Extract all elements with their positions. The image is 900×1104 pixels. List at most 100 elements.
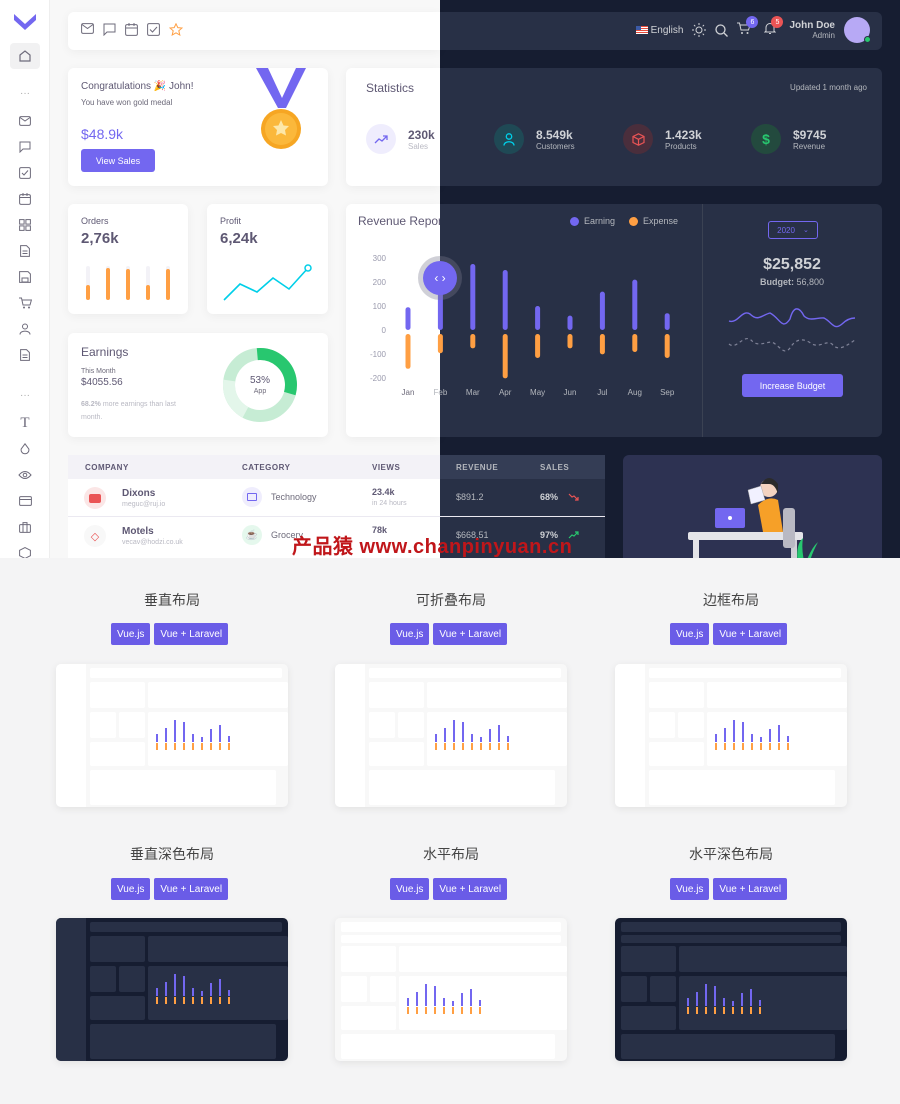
- sidebar: ··· ··· T: [0, 0, 50, 558]
- sidebar-item-user[interactable]: [10, 316, 40, 342]
- layout-preview-thumbnail[interactable]: [56, 918, 288, 1061]
- vue-laravel-button[interactable]: Vue + Laravel: [154, 878, 229, 900]
- vue-laravel-button[interactable]: Vue + Laravel: [433, 623, 508, 645]
- navbar-light: [68, 12, 440, 50]
- revenue-bar-chart: 300 200 100 0 -100 -200 Jan Feb Mar Apr May Jun Jul A…: [370, 254, 675, 397]
- layout-preview-thumbnail[interactable]: [335, 918, 567, 1061]
- sidebar-item-todo[interactable]: [10, 160, 40, 186]
- vuejs-button[interactable]: Vue.js: [111, 623, 151, 645]
- stat-item: 8.549k Customers: [494, 124, 575, 154]
- sidebar-item-email[interactable]: [10, 108, 40, 134]
- vue-laravel-button[interactable]: Vue + Laravel: [713, 623, 788, 645]
- sidebar-item-chat[interactable]: [10, 134, 40, 160]
- stat-value: 230k: [408, 127, 435, 142]
- chevron-down-icon: ⌄: [802, 227, 809, 234]
- user-role: Admin: [812, 31, 835, 40]
- statistics-card-dark: Updated 1 month ago 8.549k Customers 1.42…: [440, 68, 882, 186]
- earnings-amount: $4055.56: [81, 377, 123, 388]
- sidebar-item-typography[interactable]: T: [10, 410, 40, 436]
- budget-line-series: [728, 308, 856, 328]
- box-icon: [19, 547, 31, 558]
- check-square-icon[interactable]: [147, 23, 160, 36]
- view-sales-button[interactable]: View Sales: [81, 149, 155, 172]
- legend-expense-label: Expense: [643, 216, 679, 226]
- sidebar-item-calendar[interactable]: [10, 186, 40, 212]
- sidebar-item-home[interactable]: [10, 43, 40, 69]
- compare-slider-handle[interactable]: ‹ ›: [423, 261, 457, 295]
- orders-bar: [86, 284, 90, 300]
- expense-bar: [599, 334, 605, 355]
- expense-bar: [405, 334, 411, 369]
- orders-bar: [106, 267, 110, 300]
- x-tick-label: Jul: [597, 388, 607, 397]
- profit-line: [223, 267, 309, 301]
- language-dropdown[interactable]: English: [635, 25, 683, 36]
- y-tick-label: 0: [382, 326, 387, 335]
- orders-bar-track: [86, 266, 90, 300]
- chat-icon[interactable]: [103, 23, 116, 36]
- sidebar-item-cards[interactable]: [10, 488, 40, 514]
- column-header-views[interactable]: VIEWS: [372, 463, 400, 472]
- sidebar-item-apps[interactable]: [10, 212, 40, 238]
- vue-laravel-button[interactable]: Vue + Laravel: [433, 878, 508, 900]
- company-email: meguc@ruj.io: [122, 501, 166, 508]
- star-icon[interactable]: [169, 23, 183, 36]
- sidebar-item-feather[interactable]: [10, 462, 40, 488]
- sidebar-item-components[interactable]: [10, 514, 40, 540]
- vuejs-button[interactable]: Vue.js: [390, 623, 430, 645]
- illustration-card: [623, 455, 882, 558]
- column-header-category[interactable]: CATEGORY: [242, 463, 290, 472]
- layout-preview-thumbnail[interactable]: [335, 664, 567, 807]
- target-line-series: [728, 338, 856, 352]
- calendar-icon[interactable]: [125, 23, 138, 36]
- layout-title: 水平深色布局: [689, 846, 773, 862]
- sidebar-item-extensions[interactable]: [10, 540, 40, 558]
- column-header-company[interactable]: COMPANY: [85, 463, 129, 472]
- sidebar-item-shop[interactable]: [10, 290, 40, 316]
- cart-button[interactable]: 6: [737, 16, 759, 38]
- legend-earning-label: Earning: [584, 216, 616, 226]
- layout-preview-thumbnail[interactable]: [56, 664, 288, 807]
- column-header-revenue[interactable]: REVENUE: [456, 463, 498, 472]
- vue-laravel-button[interactable]: Vue + Laravel: [713, 878, 788, 900]
- orders-bar: [166, 269, 170, 300]
- sun-icon[interactable]: [692, 23, 707, 37]
- budget-line: Budget: 56,800: [702, 277, 882, 287]
- statistics-title: Statistics: [366, 81, 415, 95]
- sidebar-item-save[interactable]: [10, 264, 40, 290]
- sidebar-item-invoice[interactable]: [10, 238, 40, 264]
- vue-laravel-button[interactable]: Vue + Laravel: [154, 623, 229, 645]
- layout-preview-thumbnail[interactable]: [615, 664, 847, 807]
- sidebar-item-colors[interactable]: [10, 436, 40, 462]
- layout-preview-thumbnail[interactable]: [615, 918, 847, 1061]
- sidebar-item-pages[interactable]: [10, 342, 40, 368]
- vuejs-button[interactable]: Vue.js: [670, 623, 710, 645]
- user-menu[interactable]: John Doe Admin: [789, 20, 835, 40]
- profit-last-point: [304, 264, 312, 272]
- vuejs-button[interactable]: Vue.js: [670, 878, 710, 900]
- chat-icon: [19, 141, 31, 153]
- revenue-title: Revenue Report: [358, 214, 446, 228]
- profit-card: Profit 6,24k: [207, 204, 328, 314]
- credit-card-icon: [18, 496, 32, 506]
- x-tick-label: Feb: [434, 388, 448, 397]
- x-tick-label: Jun: [564, 388, 577, 397]
- vuejs-button[interactable]: Vue.js: [390, 878, 430, 900]
- column-header-sales[interactable]: SALES: [540, 463, 569, 472]
- vuejs-button[interactable]: Vue.js: [111, 878, 151, 900]
- mail-icon[interactable]: [81, 23, 94, 34]
- avatar[interactable]: [844, 17, 871, 43]
- trending-up-icon: [366, 124, 396, 154]
- x-tick-label: May: [530, 388, 545, 397]
- grid-icon: [19, 219, 31, 231]
- layout-buttons: Vue.js Vue + Laravel: [111, 623, 229, 645]
- views-value: 23.4k: [372, 487, 395, 497]
- company-email: vecav@hodzi.co.uk: [122, 539, 183, 546]
- search-icon[interactable]: [715, 23, 729, 37]
- increase-budget-button[interactable]: Increase Budget: [742, 374, 843, 397]
- notification-button[interactable]: 5: [764, 16, 784, 38]
- year-dropdown[interactable]: 2020 ⌄: [768, 221, 818, 239]
- layout-buttons: Vue.js Vue + Laravel: [390, 623, 508, 645]
- stat-item: 230k Sales: [366, 124, 435, 154]
- x-tick-label: Mar: [466, 388, 480, 397]
